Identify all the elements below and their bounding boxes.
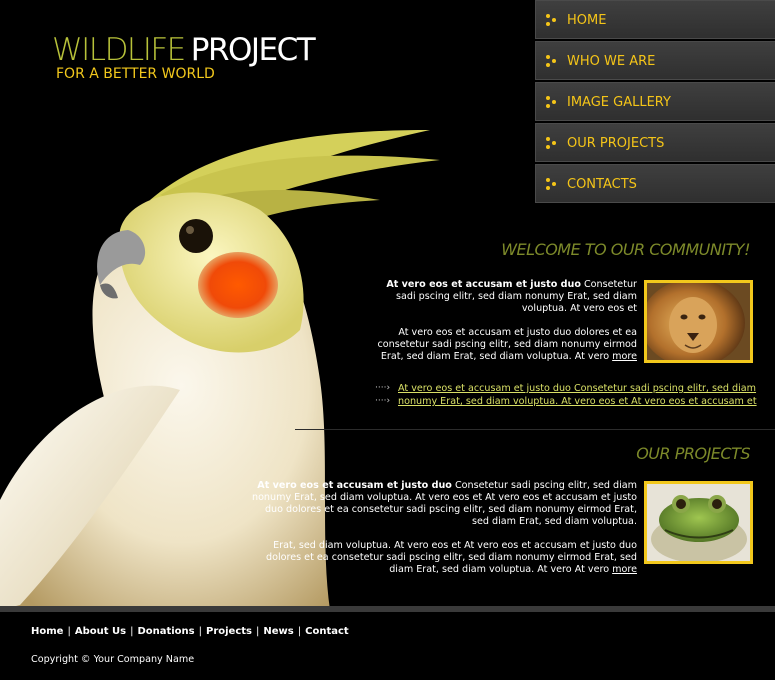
frog-image-graphic (647, 484, 750, 561)
nav-item-label: CONTACTS (567, 177, 637, 192)
nav-item-contacts[interactable]: CONTACTS (535, 164, 775, 203)
nav-item-image-gallery[interactable]: IMAGE GALLERY (535, 82, 775, 121)
nav-item-home[interactable]: HOME (535, 0, 775, 39)
projects-paragraph-2: Erat, sed diam voluptua. At vero eos et … (248, 540, 637, 576)
projects-paragraph-1: At vero eos et accusam et justo duo Cons… (248, 480, 637, 528)
welcome-more-link[interactable]: more (612, 351, 637, 362)
footer-separator: | (256, 626, 260, 637)
footer-separator: | (297, 626, 302, 637)
footer-link-home[interactable]: Home (31, 626, 63, 637)
footer-separator: | (198, 626, 202, 637)
copyright: Copyright © Your Company Name (31, 654, 195, 665)
logo-title-word-2: PROJECT (190, 32, 316, 68)
welcome-link-2[interactable]: nonumy Erat, sed diam voluptua. At vero … (398, 395, 757, 408)
welcome-paragraph-1-lead: At vero eos et accusam et justo duo (386, 279, 581, 290)
footer-bar (0, 606, 775, 612)
footer-separator: | (130, 626, 134, 637)
main-nav: HOME WHO WE ARE IMAGE GALLERY OUR PROJEC… (535, 0, 775, 205)
arrow-right-icon: ····› (375, 383, 391, 393)
projects-paragraph-1-lead: At vero eos et accusam et justo duo (257, 480, 452, 491)
nav-item-label: HOME (567, 13, 607, 28)
welcome-heading: WELCOME TO OUR COMMUNITY! (501, 240, 750, 259)
welcome-paragraph-2-text: At vero eos et accusam et justo duo dolo… (377, 327, 638, 362)
lion-image-graphic (647, 283, 750, 360)
welcome-link-1[interactable]: At vero eos et accusam et justo duo Cons… (398, 382, 756, 395)
logo[interactable]: WILDLIFE PROJECT FOR A BETTER WORLD (52, 32, 316, 82)
welcome-paragraph-2: At vero eos et accusam et justo duo dolo… (360, 327, 638, 363)
nav-item-who-we-are[interactable]: WHO WE ARE (535, 41, 775, 80)
nav-item-label: WHO WE ARE (567, 54, 656, 69)
arrow-right-icon: ····› (375, 396, 391, 406)
footer-link-contact[interactable]: Contact (305, 626, 349, 637)
footer-separator: | (67, 626, 71, 637)
logo-title-word-1: WILDLIFE (52, 32, 186, 68)
logo-title: WILDLIFE PROJECT (52, 32, 316, 68)
page: WILDLIFE PROJECT FOR A BETTER WORLD HOME… (0, 0, 775, 680)
nav-item-our-projects[interactable]: OUR PROJECTS (535, 123, 775, 162)
section-divider (295, 429, 775, 430)
footer-link-about-us[interactable]: About Us (75, 626, 126, 637)
nav-item-label: IMAGE GALLERY (567, 95, 671, 110)
bullet-dots-icon (546, 55, 556, 67)
footer-link-donations[interactable]: Donations (137, 626, 194, 637)
footer-link-projects[interactable]: Projects (206, 626, 252, 637)
welcome-link-list: ····› At vero eos et accusam et justo du… (375, 382, 757, 408)
nav-item-label: OUR PROJECTS (567, 136, 665, 151)
bullet-dots-icon (546, 137, 556, 149)
projects-more-link[interactable]: more (612, 564, 637, 575)
projects-paragraph-2-text: Erat, sed diam voluptua. At vero eos et … (265, 540, 637, 575)
welcome-paragraph-1: At vero eos et accusam et justo duo Cons… (365, 279, 637, 315)
list-item: ····› At vero eos et accusam et justo du… (375, 382, 756, 395)
logo-subtitle: FOR A BETTER WORLD (56, 66, 215, 82)
projects-heading: OUR PROJECTS (636, 444, 750, 463)
bullet-dots-icon (546, 14, 556, 26)
cockatiel-image (0, 130, 440, 610)
list-item: ····› nonumy Erat, sed diam voluptua. At… (375, 395, 757, 408)
bullet-dots-icon (546, 178, 556, 190)
frog-image (644, 481, 753, 564)
footer-link-news[interactable]: News (263, 626, 293, 637)
footer-nav: Home | About Us | Donations | Projects | News | Co… (31, 626, 349, 637)
bullet-dots-icon (546, 96, 556, 108)
lion-image (644, 280, 753, 363)
